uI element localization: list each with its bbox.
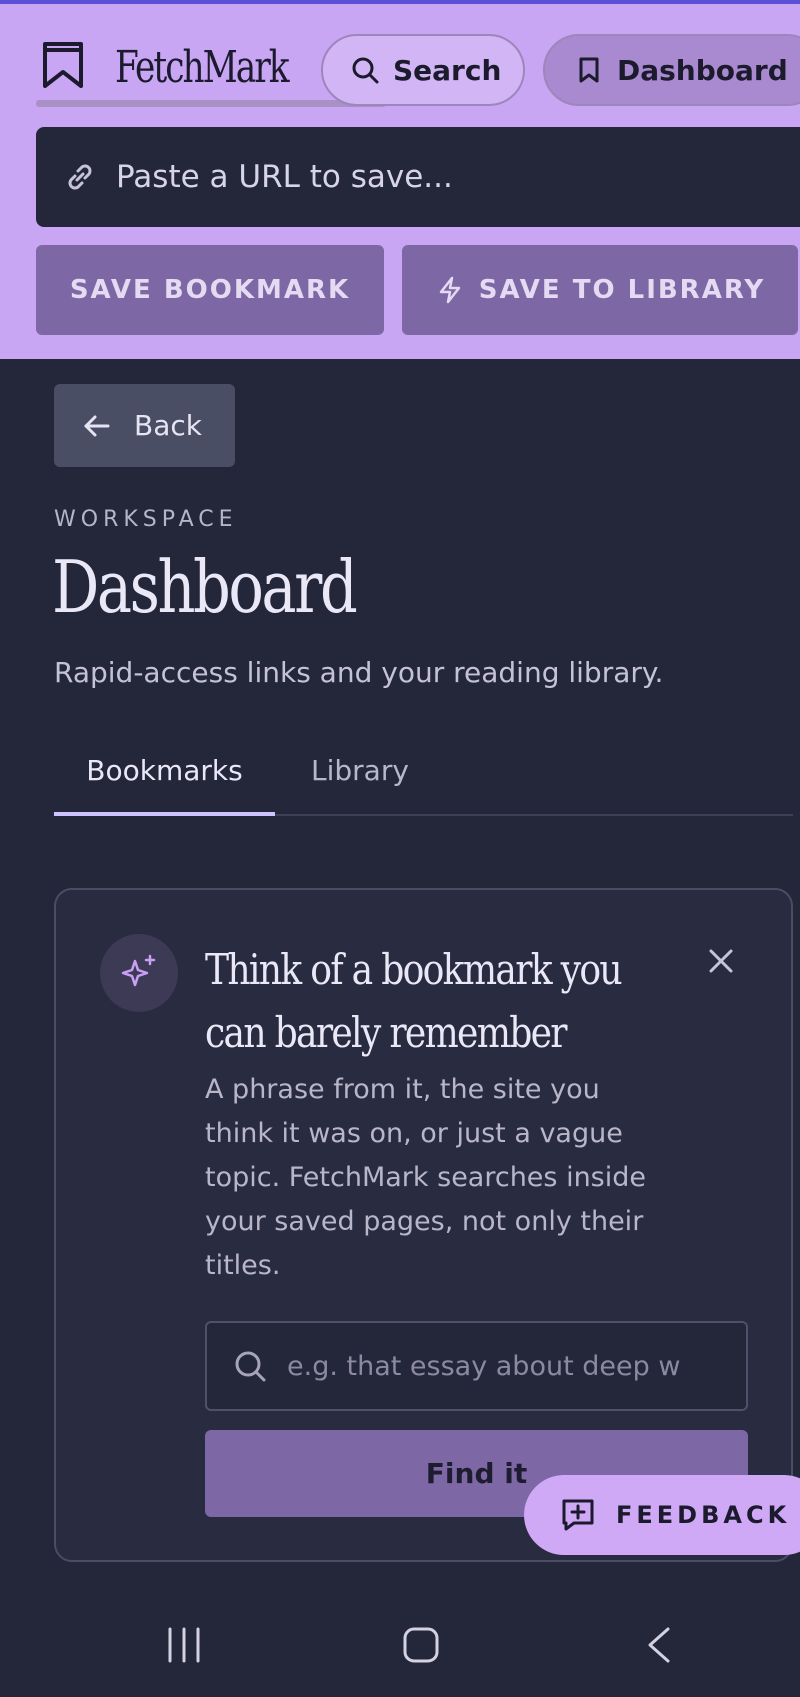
sparkle-badge: [100, 934, 178, 1012]
logo[interactable]: FetchMark: [41, 40, 290, 93]
feedback-label: FEEDBACK: [616, 1501, 791, 1529]
tab-library[interactable]: Library: [311, 740, 409, 816]
recall-search-input[interactable]: [287, 1350, 746, 1382]
app-name: FetchMark: [115, 42, 290, 93]
url-input[interactable]: [116, 159, 716, 195]
recall-card: Think of a bookmark you can barely remem…: [54, 888, 793, 1562]
arrow-left-icon: [84, 415, 110, 436]
save-bookmark-label: SAVE BOOKMARK: [69, 275, 351, 305]
logo-underline: [36, 100, 386, 107]
find-it-label: Find it: [425, 1457, 528, 1490]
back-button[interactable]: Back: [54, 384, 235, 467]
bookmark-icon: [43, 42, 83, 88]
app-header: FetchMark Search Dashboard SAVE BOOKMARK…: [0, 0, 800, 359]
save-bookmark-button[interactable]: SAVE BOOKMARK: [36, 245, 384, 335]
card-description: A phrase from it, the site you think it …: [205, 1074, 647, 1281]
message-plus-icon: [562, 1499, 594, 1531]
save-to-library-button[interactable]: SAVE TO LIBRARY: [402, 245, 798, 335]
system-nav-bar: [0, 1597, 800, 1697]
back-nav-icon[interactable]: [646, 1625, 672, 1665]
section-eyebrow: WORKSPACE: [54, 507, 238, 532]
recall-search-box: [205, 1321, 748, 1411]
link-icon: [68, 164, 92, 190]
back-label: Back: [134, 409, 202, 442]
sparkles-icon: [121, 954, 156, 987]
url-bar: [36, 127, 800, 227]
bookmark-outline-icon: [579, 57, 599, 83]
tab-bar: Bookmarks Library: [54, 740, 793, 816]
feedback-button[interactable]: FEEDBACK: [524, 1475, 800, 1555]
card-title: Think of a bookmark you can barely remem…: [205, 945, 623, 1057]
dashboard-button-label: Dashboard: [617, 53, 788, 87]
search-icon: [235, 1351, 266, 1382]
page-subtitle: Rapid-access links and your reading libr…: [54, 656, 664, 689]
search-icon: [352, 57, 379, 84]
recents-icon[interactable]: [166, 1625, 202, 1665]
home-icon[interactable]: [401, 1625, 441, 1665]
search-button[interactable]: Search: [321, 34, 525, 106]
tab-bookmarks[interactable]: Bookmarks: [54, 740, 275, 816]
dashboard-button[interactable]: Dashboard: [543, 34, 800, 106]
close-icon[interactable]: [706, 946, 736, 976]
page-title: Dashboard: [52, 545, 358, 629]
lightning-icon: [439, 276, 460, 304]
save-to-library-label: SAVE TO LIBRARY: [478, 275, 766, 305]
search-button-label: Search: [393, 53, 502, 87]
